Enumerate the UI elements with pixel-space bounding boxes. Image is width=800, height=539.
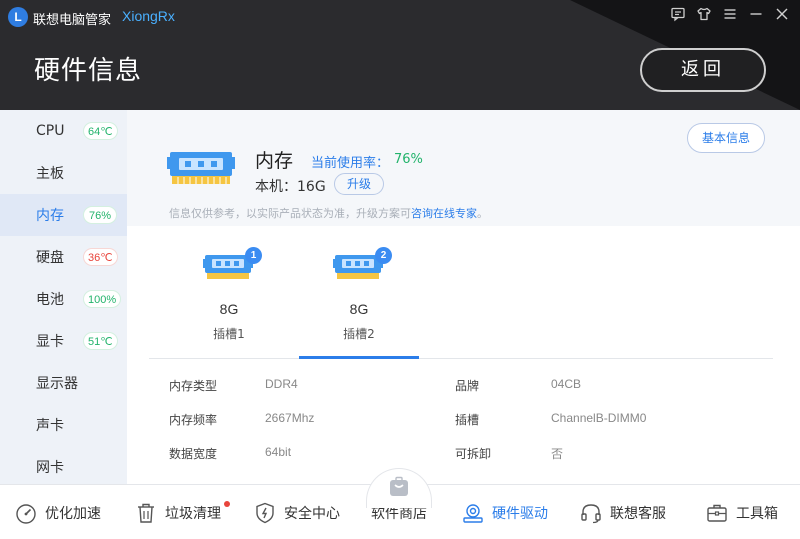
slot-divider	[149, 358, 773, 359]
memory-summary: 内存 当前使用率： 76% 本机：16G 升级 基本信息 信息仅供参考，以实际产…	[127, 110, 800, 226]
skin-icon[interactable]	[696, 6, 712, 22]
nav-label: 工具箱	[736, 505, 778, 522]
sidebar-item-label: 内存	[36, 208, 64, 224]
speedometer-icon	[14, 501, 38, 525]
sidebar-item-disk[interactable]: 硬盘 36℃	[0, 236, 127, 278]
detail-value: 04CB	[551, 377, 582, 391]
nav-toolbox[interactable]: 工具箱	[705, 485, 778, 539]
slot-number-badge: 1	[245, 247, 262, 264]
sidebar-item-label: 显卡	[36, 334, 64, 350]
sidebar-item-label: CPU	[36, 123, 65, 139]
detail-label: 内存类型	[169, 379, 218, 393]
detail-label: 品牌	[455, 379, 480, 393]
window-controls	[670, 6, 790, 22]
nav-customer-service[interactable]: 联想客服	[579, 485, 666, 539]
memory-slot-2[interactable]: 2 8G 插槽2	[299, 238, 419, 358]
headset-icon	[579, 501, 603, 525]
sidebar-item-battery[interactable]: 电池 100%	[0, 278, 127, 320]
consult-expert-link[interactable]: 咨询在线专家	[411, 207, 477, 220]
feedback-icon[interactable]	[670, 6, 686, 22]
back-button[interactable]: 返回	[640, 48, 766, 92]
sidebar-item-memory[interactable]: 内存 76%	[0, 194, 127, 236]
detail-label: 数据宽度	[169, 447, 218, 461]
disclaimer-note: 信息仅供参考，以实际产品状态为准，升级方案可咨询在线专家。	[169, 205, 488, 221]
nav-label: 优化加速	[45, 505, 101, 522]
app-name: 联想电脑管家	[33, 13, 112, 28]
sidebar-item-display[interactable]: 显示器	[0, 362, 127, 404]
cpu-temp-badge: 64℃	[83, 122, 118, 140]
hardware-sidebar: CPU 64℃ 主板 内存 76% 硬盘 36℃ 电池 100% 显卡 51℃ …	[0, 110, 127, 484]
detail-value: 64bit	[265, 445, 292, 459]
battery-badge: 100%	[83, 290, 122, 308]
slot-size: 8G	[219, 301, 239, 317]
slot-size: 8G	[349, 301, 369, 317]
sidebar-item-label: 声卡	[36, 418, 64, 434]
sidebar-item-sound-card[interactable]: 声卡	[0, 404, 127, 446]
app-logo-icon: L	[8, 7, 28, 27]
disk-temp-badge: 36℃	[83, 248, 118, 266]
selected-slot-indicator	[299, 356, 419, 359]
toolbox-icon	[705, 501, 729, 525]
nav-optimize[interactable]: 优化加速	[14, 485, 101, 539]
sidebar-item-label: 网卡	[36, 460, 64, 476]
minimize-icon[interactable]	[748, 6, 764, 22]
sidebar-item-label: 电池	[36, 292, 64, 308]
memory-panel: 内存 当前使用率： 76% 本机：16G 升级 基本信息 信息仅供参考，以实际产…	[127, 110, 800, 484]
notification-dot	[224, 501, 230, 507]
note-text: 信息仅供参考，以实际产品状态为准，升级方案可	[169, 207, 411, 220]
nav-hardware-driver[interactable]: 硬件驱动	[461, 485, 548, 539]
store-bag-icon[interactable]	[388, 476, 410, 498]
usage-value: 76%	[394, 152, 423, 167]
slot-name: 插槽1	[213, 327, 245, 341]
detail-label: 插槽	[455, 413, 480, 427]
sidebar-item-label: 硬盘	[36, 250, 64, 266]
nav-clean[interactable]: 垃圾清理	[134, 485, 221, 539]
sidebar-item-network-card[interactable]: 网卡	[0, 446, 127, 488]
basic-info-button[interactable]: 基本信息	[687, 123, 765, 153]
gpu-temp-badge: 51℃	[83, 332, 118, 350]
usage-label: 当前使用率：	[311, 156, 390, 171]
detail-label: 可拆卸	[455, 447, 492, 461]
hardware-icon	[461, 501, 485, 525]
nav-label: 硬件驱动	[492, 505, 548, 522]
detail-value: DDR4	[265, 377, 298, 391]
detail-value: 否	[551, 447, 564, 461]
sidebar-item-cpu[interactable]: CPU 64℃	[0, 110, 127, 152]
detail-label: 内存频率	[169, 413, 218, 427]
memory-module-icon	[167, 148, 235, 192]
nav-label: 安全中心	[284, 505, 340, 522]
user-name[interactable]: XiongRx	[122, 8, 175, 24]
detail-value: ChannelB-DIMM0	[551, 411, 647, 425]
trash-icon	[134, 501, 158, 525]
section-title: 内存	[255, 150, 294, 172]
nav-security[interactable]: 安全中心	[253, 485, 340, 539]
note-end: 。	[477, 207, 488, 220]
detail-value: 2667Mhz	[265, 411, 315, 425]
sidebar-item-label: 显示器	[36, 376, 78, 392]
memory-slot-1[interactable]: 1 8G 插槽1	[169, 238, 289, 358]
slot-number-badge: 2	[375, 247, 392, 264]
installed-memory: 本机：16G	[255, 179, 326, 195]
page-title: 硬件信息	[34, 56, 143, 86]
close-icon[interactable]	[774, 6, 790, 22]
memory-usage-badge: 76%	[83, 206, 117, 224]
title-bar: L 联想电脑管家 XiongRx 硬件信息 返回	[0, 0, 800, 110]
sidebar-item-motherboard[interactable]: 主板	[0, 152, 127, 194]
menu-icon[interactable]	[722, 6, 738, 22]
slot-name: 插槽2	[343, 327, 375, 341]
nav-label: 垃圾清理	[165, 505, 221, 522]
shield-icon	[253, 501, 277, 525]
sidebar-item-label: 主板	[36, 166, 64, 182]
sidebar-item-gpu[interactable]: 显卡 51℃	[0, 320, 127, 362]
nav-label: 联想客服	[610, 505, 666, 522]
upgrade-button[interactable]: 升级	[334, 173, 384, 195]
